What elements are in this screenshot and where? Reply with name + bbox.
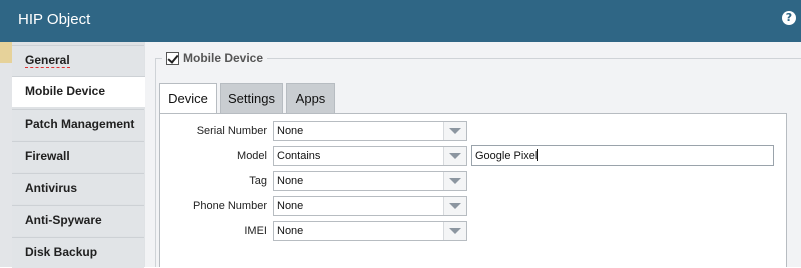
sidebar-item-firewall[interactable]: Firewall — [12, 141, 144, 172]
sidebar-item-label: Disk Backup — [25, 245, 98, 259]
serial-number-label: Serial Number — [196, 125, 267, 137]
tab-apps[interactable]: Apps — [286, 83, 335, 113]
model-text-input[interactable]: Google Pixel — [471, 145, 774, 166]
select-value: Contains — [277, 150, 321, 162]
dialog-titlebar: HIP Object ? — [0, 0, 801, 42]
sidebar-item-label: Antivirus — [25, 181, 78, 195]
select-value: None — [277, 225, 304, 237]
sidebar-item-antivirus[interactable]: Antivirus — [12, 173, 144, 204]
chevron-down-icon[interactable] — [443, 222, 466, 240]
fieldset-border-left — [155, 58, 156, 267]
tab-label: Apps — [295, 91, 326, 106]
tab-settings[interactable]: Settings — [220, 83, 283, 113]
sidebar-item-label: General — [25, 53, 70, 68]
sidebar-item-label: Mobile Device — [25, 84, 106, 98]
mobile-device-label: Mobile Device — [183, 51, 264, 65]
sidebar-item-general[interactable]: General — [12, 45, 144, 76]
sidebar-item-anti-spyware[interactable]: Anti-Spyware — [12, 205, 144, 236]
model-text-value: Google Pixel — [475, 150, 538, 162]
phone-number-select[interactable]: None — [273, 196, 467, 216]
sidebar-item-disk-backup[interactable]: Disk Backup — [12, 237, 144, 268]
sidebar-item-mobile-device[interactable]: Mobile Device — [12, 76, 146, 107]
mobile-device-legend: Mobile Device — [162, 50, 268, 66]
sidebar-item-label: Firewall — [25, 149, 70, 163]
mobile-device-checkbox[interactable] — [166, 51, 179, 65]
chevron-down-icon[interactable] — [443, 122, 466, 140]
panel-right-margin — [787, 113, 801, 267]
model-label: Model — [237, 150, 267, 162]
tag-label: Tag — [249, 175, 267, 187]
tab-label: Device — [168, 91, 208, 106]
tab-device[interactable]: Device — [159, 83, 217, 114]
dialog-title: HIP Object — [18, 11, 91, 28]
tab-label: Settings — [228, 91, 275, 106]
phone-number-label: Phone Number — [193, 200, 267, 212]
model-select[interactable]: Contains — [273, 146, 467, 166]
text-caret — [537, 149, 539, 161]
edge-marker — [0, 42, 12, 63]
chevron-down-icon[interactable] — [443, 147, 466, 165]
select-value: None — [277, 175, 304, 187]
sidebar-item-label: Anti-Spyware — [25, 213, 102, 227]
imei-select[interactable]: None — [273, 221, 467, 241]
chevron-down-icon[interactable] — [443, 197, 466, 215]
imei-label: IMEI — [244, 225, 267, 237]
sidebar-item-label: Patch Management — [25, 117, 135, 131]
help-icon[interactable]: ? — [782, 11, 796, 25]
chevron-down-icon[interactable] — [443, 172, 466, 190]
select-value: None — [277, 125, 304, 137]
serial-number-select[interactable]: None — [273, 121, 467, 141]
select-value: None — [277, 200, 304, 212]
sidebar-item-patch-management[interactable]: Patch Management — [12, 109, 144, 140]
tag-select[interactable]: None — [273, 171, 467, 191]
left-edge-strip — [0, 42, 12, 267]
